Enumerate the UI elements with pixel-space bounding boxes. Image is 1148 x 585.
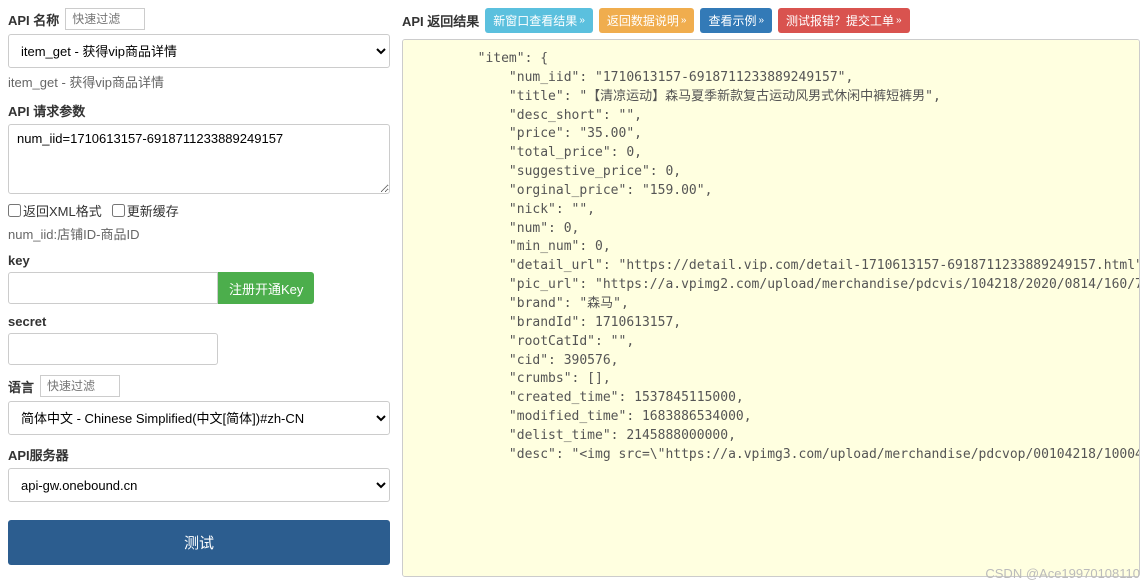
secret-group: secret (8, 314, 390, 365)
language-label: 语言 (8, 377, 34, 396)
explain-button[interactable]: 返回数据说明» (599, 8, 695, 33)
xml-checkbox-label[interactable]: 返回XML格式 (8, 201, 102, 220)
key-input[interactable] (8, 272, 218, 304)
request-params-group: API 请求参数 num_iid=1710613157-691871123388… (8, 101, 390, 243)
xml-checkbox[interactable] (8, 204, 21, 217)
key-group: key 注册开通Key (8, 253, 390, 304)
api-name-filter-input[interactable] (65, 8, 145, 30)
language-filter-input[interactable] (40, 375, 120, 397)
api-server-label: API服务器 (8, 445, 69, 464)
register-key-button[interactable]: 注册开通Key (218, 272, 314, 304)
result-box[interactable]: "item": { "num_iid": "1710613157-6918711… (402, 39, 1140, 577)
watermark: CSDN @Ace19970108110 (985, 566, 1140, 581)
secret-input[interactable] (8, 333, 218, 365)
api-server-group: API服务器 api-gw.onebound.cn (8, 445, 390, 502)
key-label: key (8, 253, 30, 268)
secret-label: secret (8, 314, 46, 329)
api-name-label: API 名称 (8, 10, 59, 29)
result-title: API 返回结果 (402, 11, 479, 30)
cache-checkbox-label[interactable]: 更新缓存 (112, 201, 179, 220)
api-server-select[interactable]: api-gw.onebound.cn (8, 468, 390, 502)
left-panel: API 名称 item_get - 获得vip商品详情 item_get - 获… (8, 8, 390, 577)
report-button[interactable]: 测试报错？提交工单» (778, 8, 910, 33)
arrow-icon: » (681, 15, 687, 26)
request-params-note: num_iid:店铺ID-商品ID (8, 224, 390, 243)
cache-checkbox[interactable] (112, 204, 125, 217)
arrow-icon: » (896, 15, 902, 26)
api-name-helper: item_get - 获得vip商品详情 (8, 72, 390, 91)
right-panel: API 返回结果 新窗口查看结果» 返回数据说明» 查看示例» 测试报错？提交工… (402, 8, 1140, 577)
test-button[interactable]: 测试 (8, 520, 390, 565)
language-group: 语言 简体中文 - Chinese Simplified(中文[简体])#zh-… (8, 375, 390, 435)
request-params-label: API 请求参数 (8, 101, 85, 120)
api-name-select[interactable]: item_get - 获得vip商品详情 (8, 34, 390, 68)
example-button[interactable]: 查看示例» (700, 8, 772, 33)
arrow-icon: » (758, 15, 764, 26)
result-header: API 返回结果 新窗口查看结果» 返回数据说明» 查看示例» 测试报错？提交工… (402, 8, 1140, 33)
request-params-textarea[interactable]: num_iid=1710613157-6918711233889249157 (8, 124, 390, 194)
new-window-button[interactable]: 新窗口查看结果» (485, 8, 593, 33)
api-name-group: API 名称 item_get - 获得vip商品详情 item_get - 获… (8, 8, 390, 91)
arrow-icon: » (579, 15, 585, 26)
language-select[interactable]: 简体中文 - Chinese Simplified(中文[简体])#zh-CN (8, 401, 390, 435)
